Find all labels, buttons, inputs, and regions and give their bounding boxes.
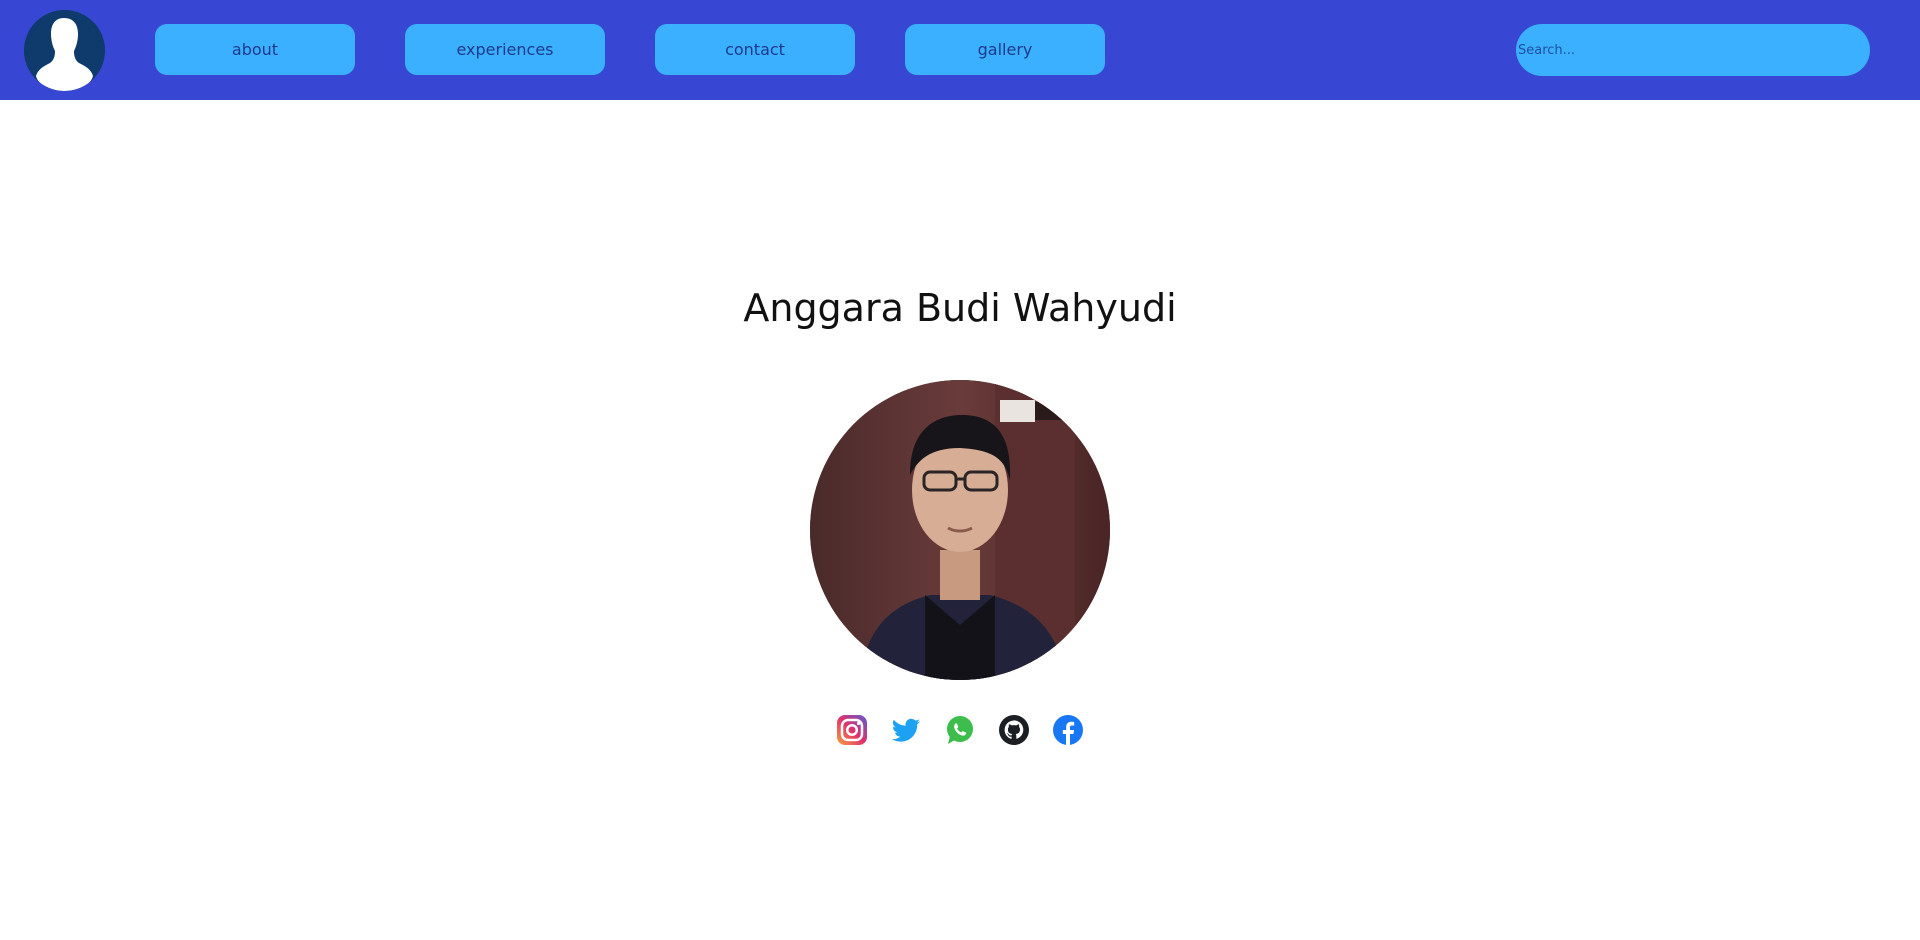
facebook-icon[interactable] — [1052, 714, 1084, 746]
logo-avatar[interactable] — [24, 10, 105, 91]
profile-photo — [810, 380, 1110, 680]
github-icon[interactable] — [998, 714, 1030, 746]
instagram-icon[interactable] — [836, 714, 868, 746]
whatsapp-icon[interactable] — [944, 714, 976, 746]
navbar: about experiences contact gallery — [0, 0, 1920, 100]
nav-experiences-button[interactable]: experiences — [405, 24, 605, 75]
search-input[interactable] — [1516, 24, 1870, 76]
nav-contact-button[interactable]: contact — [655, 24, 855, 75]
nav-gallery-button[interactable]: gallery — [905, 24, 1105, 75]
social-links — [836, 714, 1084, 746]
person-silhouette-icon — [24, 10, 105, 91]
profile-name: Anggara Budi Wahyudi — [743, 286, 1177, 330]
twitter-icon[interactable] — [890, 714, 922, 746]
nav-about-button[interactable]: about — [155, 24, 355, 75]
